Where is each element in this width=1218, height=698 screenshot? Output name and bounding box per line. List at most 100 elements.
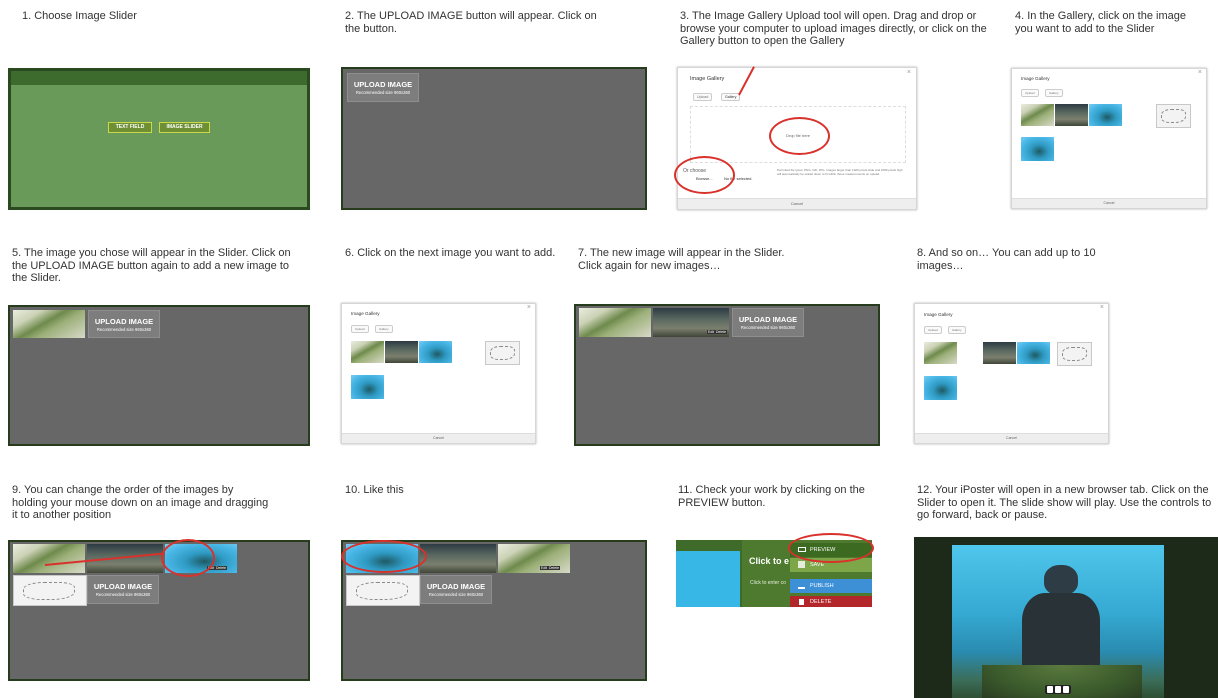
slide-thumb-map[interactable]	[346, 575, 420, 606]
step-2-caption: 2. The UPLOAD IMAGE button will appear. …	[345, 10, 597, 35]
delete-button[interactable]: Delete	[715, 330, 728, 334]
slide-thumb-leaf[interactable]	[579, 308, 651, 337]
cancel-button[interactable]: Cancel	[342, 433, 535, 443]
step-12-caption: 12. Your iPoster will open in a new brow…	[917, 484, 1212, 521]
gallery-thumb-leaf[interactable]	[1021, 104, 1054, 126]
tab-upload[interactable]: Upload	[924, 326, 942, 334]
image-slider-button[interactable]: IMAGE SLIDER	[159, 122, 210, 133]
upload-image-hint: Recommended size 960x360	[95, 592, 151, 597]
gallery-thumb-underwater[interactable]	[1089, 104, 1122, 126]
back-icon[interactable]	[1047, 686, 1053, 693]
upload-image-button[interactable]: UPLOAD IMAGE Recommended size 960x360	[87, 575, 159, 604]
forward-icon[interactable]	[1063, 686, 1069, 693]
slider-panel-step2: UPLOAD IMAGE Recommended size 960x360	[341, 67, 647, 210]
step-11-caption: 11. Check your work by clicking on the P…	[678, 484, 865, 509]
edit-button[interactable]: Edit	[707, 330, 716, 334]
gallery-thumb-underwater[interactable]	[419, 341, 452, 363]
tab-upload[interactable]: Upload	[1021, 89, 1039, 97]
gallery-thumb-diver[interactable]	[1055, 104, 1088, 126]
diver-head	[1044, 565, 1078, 595]
text-field-button[interactable]: TEXT FIELD	[108, 122, 152, 133]
gallery-thumb-underwater-2[interactable]	[351, 375, 384, 399]
cancel-button[interactable]: Cancel	[678, 198, 916, 209]
step-5-caption: 5. The image you chose will appear in th…	[12, 247, 291, 284]
upload-image-label: UPLOAD IMAGE	[738, 315, 798, 324]
tab-gallery[interactable]: Gallery	[375, 325, 393, 333]
pause-icon[interactable]	[1055, 686, 1061, 693]
slide-thumb-map[interactable]	[13, 575, 87, 606]
upload-image-button[interactable]: UPLOAD IMAGE Recommended size 960x360	[88, 310, 160, 338]
close-icon[interactable]: ×	[1100, 304, 1104, 311]
tab-gallery[interactable]: Gallery	[1045, 89, 1063, 97]
slide-image-underwater[interactable]	[952, 545, 1164, 698]
slide-thumb-leaf[interactable]	[13, 544, 85, 573]
upload-image-button[interactable]: UPLOAD IMAGE Recommended size 960x360	[420, 575, 492, 604]
delete-button[interactable]: Delete	[548, 566, 561, 570]
slide-thumb-diver[interactable]	[420, 544, 496, 573]
upload-image-label: UPLOAD IMAGE	[94, 317, 154, 326]
tab-upload[interactable]: Upload	[351, 325, 369, 333]
trash-icon	[799, 599, 804, 605]
tab-gallery[interactable]: Gallery	[948, 326, 966, 334]
gallery-thumb-map[interactable]	[1156, 104, 1191, 128]
slideshow-viewer[interactable]	[914, 537, 1218, 698]
delete-toolbar-button[interactable]: DELETE	[790, 596, 872, 607]
slide-thumb-leaf[interactable]	[13, 310, 85, 338]
publish-label: PUBLISH	[810, 583, 834, 589]
step-1-caption: 1. Choose Image Slider	[22, 10, 137, 22]
upload-image-hint: Recommended size 960x360	[355, 90, 411, 95]
drop-area-highlight	[769, 117, 830, 155]
gallery-thumb-map[interactable]	[485, 341, 520, 365]
edit-button[interactable]: Edit	[540, 566, 549, 570]
close-icon[interactable]: ×	[907, 69, 911, 76]
gallery-thumb-leaf[interactable]	[351, 341, 384, 363]
gallery-thumb-diver[interactable]	[983, 342, 1016, 364]
upload-image-button[interactable]: UPLOAD IMAGE Recommended size 960x360	[732, 308, 804, 337]
upload-image-hint: Recommended size 960x360	[740, 325, 796, 330]
upload-image-label: UPLOAD IMAGE	[426, 582, 486, 591]
gallery-thumb-underwater-2[interactable]	[1021, 137, 1054, 161]
gallery-thumb-diver[interactable]	[385, 341, 418, 363]
close-icon[interactable]: ×	[1198, 69, 1202, 76]
step-4-caption: 4. In the Gallery, click on the image yo…	[1015, 10, 1186, 35]
slider-panel-step5: UPLOAD IMAGE Recommended size 960x360	[8, 305, 310, 446]
slideshow-controls	[1045, 685, 1071, 694]
tab-upload[interactable]: Upload	[693, 93, 713, 101]
upload-icon	[798, 582, 805, 589]
slider-preview-block	[676, 551, 740, 607]
gallery-thumb-leaf[interactable]	[924, 342, 957, 364]
publish-button[interactable]: PUBLISH	[790, 579, 872, 593]
moved-image-highlight	[341, 540, 427, 573]
step-10-caption: 10. Like this	[345, 484, 404, 496]
chooser-header-bar	[11, 71, 307, 85]
gallery-thumb-underwater-2[interactable]	[924, 376, 957, 400]
upload-image-hint: Recommended size 960x360	[428, 592, 484, 597]
drag-source-highlight	[161, 539, 215, 577]
element-chooser: TEXT FIELD IMAGE SLIDER	[8, 68, 310, 210]
gallery-title: Image Gallery	[690, 76, 725, 82]
gallery-title: Image Gallery	[351, 311, 380, 316]
close-icon[interactable]: ×	[527, 304, 531, 311]
click-to-edit-title: Click to e	[749, 556, 790, 566]
upload-image-label: UPLOAD IMAGE	[353, 80, 413, 89]
gallery-dialog-step6: Image Gallery × Upload Gallery Cancel	[341, 303, 536, 444]
step-9-caption: 9. You can change the order of the image…	[12, 484, 269, 521]
cancel-button[interactable]: Cancel	[915, 433, 1108, 443]
slider-panel-step7: Edit Delete UPLOAD IMAGE Recommended siz…	[574, 304, 880, 446]
slide-thumb-leaf[interactable]: Edit Delete	[498, 544, 570, 573]
slide-thumb-diver[interactable]: Edit Delete	[653, 308, 729, 337]
delete-button[interactable]: Delete	[215, 566, 228, 570]
step-3-caption: 3. The Image Gallery Upload tool will op…	[680, 10, 987, 47]
gallery-thumb-underwater[interactable]	[1017, 342, 1050, 364]
delete-label: DELETE	[810, 599, 832, 605]
save-label: SAVE	[810, 562, 825, 568]
upload-image-hint: Recommended size 960x360	[96, 327, 152, 332]
gallery-thumb-map[interactable]	[1057, 342, 1092, 366]
gallery-dialog-step4: Image Gallery × Upload Gallery Cancel	[1011, 68, 1207, 209]
gallery-title: Image Gallery	[1021, 76, 1050, 81]
cancel-button[interactable]: Cancel	[1012, 198, 1206, 208]
step-7-caption: 7. The new image will appear in the Slid…	[578, 247, 785, 272]
click-to-enter-hint: Click to enter co	[750, 580, 786, 586]
upload-image-button[interactable]: UPLOAD IMAGE Recommended size 960x360	[347, 73, 419, 102]
preview-highlight	[788, 533, 874, 563]
